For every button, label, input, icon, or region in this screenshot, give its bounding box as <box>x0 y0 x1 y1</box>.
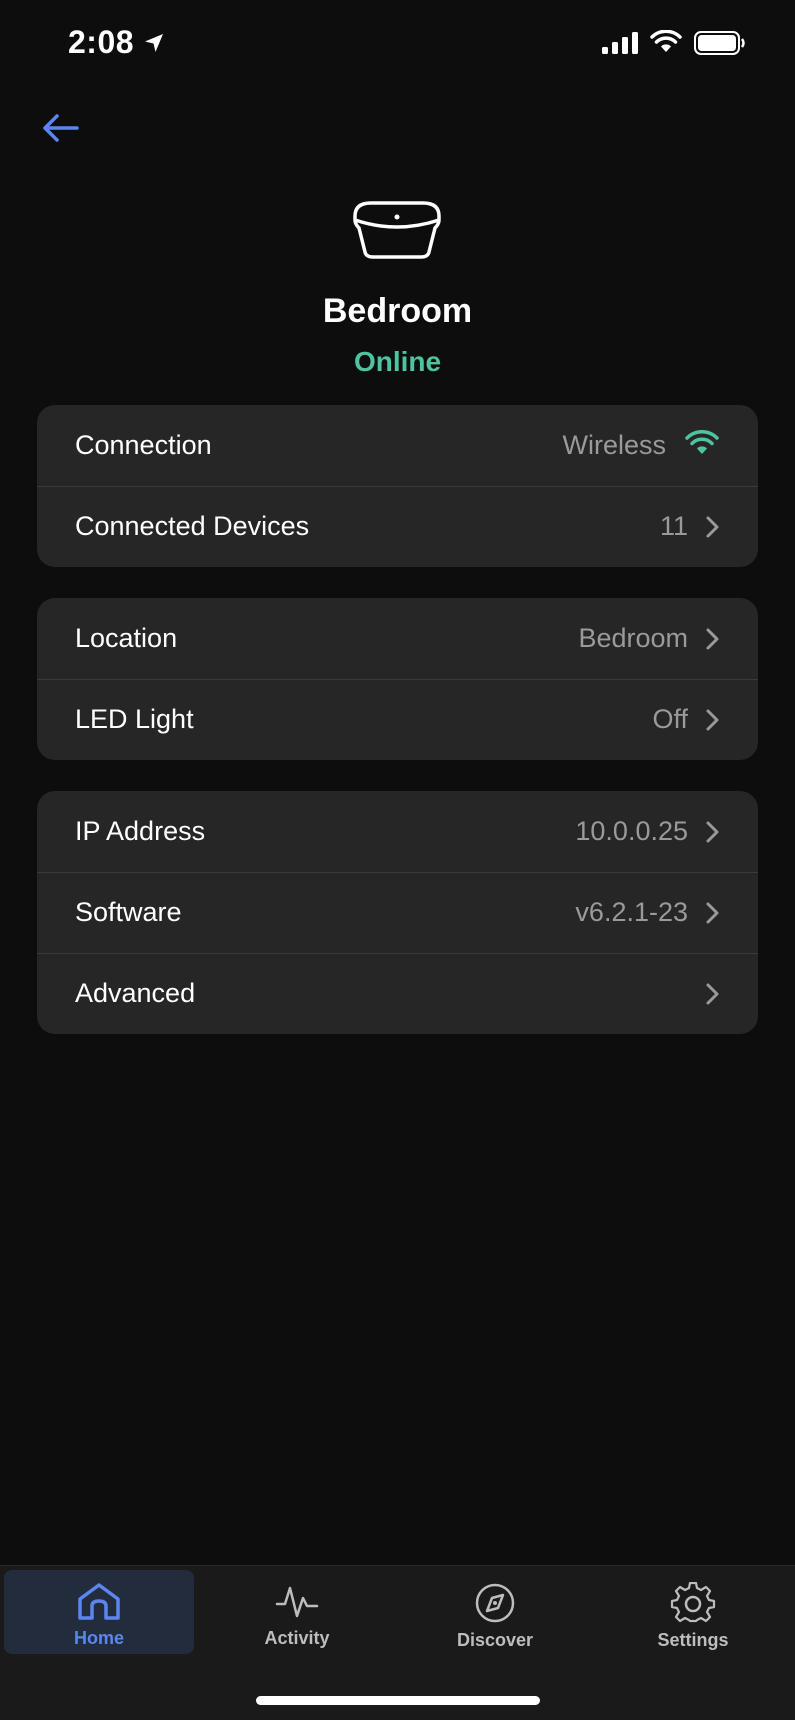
chevron-right-icon <box>704 982 720 1006</box>
tab-label: Home <box>73 1628 124 1648</box>
connection-row[interactable]: Connection Wireless <box>37 405 758 486</box>
wifi-status-icon <box>650 29 682 59</box>
back-button[interactable] <box>38 108 82 148</box>
device-status: Online <box>353 346 442 377</box>
status-bar: 2:08 <box>0 0 795 92</box>
wifi-icon <box>684 430 720 461</box>
row-label: IP Address <box>75 816 206 846</box>
arrow-left-icon <box>43 114 79 142</box>
row-value: 11 <box>659 511 688 541</box>
chevron-right-icon <box>704 515 720 539</box>
connection-card: Connection Wireless Connected Devices 11 <box>37 405 758 567</box>
tab-discover[interactable]: Discover <box>400 1570 590 1654</box>
tab-label: Discover <box>456 1630 534 1650</box>
advanced-row[interactable]: Advanced <box>37 953 758 1034</box>
home-icon <box>78 1583 120 1620</box>
chevron-right-icon <box>704 820 720 844</box>
row-value: Wireless <box>562 430 666 460</box>
location-row[interactable]: Location Bedroom <box>37 598 758 679</box>
row-label: Advanced <box>75 978 196 1008</box>
row-value: 10.0.0.25 <box>575 816 688 846</box>
row-value: Off <box>652 704 688 734</box>
tab-bar: Home Activity Discover Settings <box>0 1565 795 1720</box>
row-label: Connected Devices <box>75 511 310 541</box>
device-name: Bedroom <box>322 292 473 330</box>
info-card: IP Address 10.0.0.25 Software v6.2.1-23 … <box>37 791 758 1034</box>
status-time: 2:08 <box>68 24 135 60</box>
row-value: v6.2.1-23 <box>575 897 688 927</box>
activity-icon <box>275 1586 319 1618</box>
router-device-icon <box>351 200 443 265</box>
led-light-row[interactable]: LED Light Off <box>37 679 758 760</box>
row-label: LED Light <box>75 704 194 734</box>
chevron-right-icon <box>704 901 720 925</box>
row-value: Bedroom <box>578 623 688 653</box>
tab-label: Activity <box>264 1628 330 1648</box>
tab-activity[interactable]: Activity <box>202 1570 392 1654</box>
connected-devices-row[interactable]: Connected Devices 11 <box>37 486 758 567</box>
cellular-signal-icon <box>602 32 638 59</box>
battery-icon <box>694 31 746 60</box>
gear-icon <box>670 1582 716 1623</box>
row-label: Connection <box>75 430 212 460</box>
tab-label: Settings <box>657 1630 729 1650</box>
software-row[interactable]: Software v6.2.1-23 <box>37 872 758 953</box>
tab-home[interactable]: Home <box>4 1570 194 1654</box>
ip-address-row[interactable]: IP Address 10.0.0.25 <box>37 791 758 872</box>
compass-icon <box>475 1583 515 1623</box>
settings-card: Location Bedroom LED Light Off <box>37 598 758 760</box>
row-label: Software <box>75 897 182 927</box>
location-arrow-icon <box>143 32 165 59</box>
chevron-right-icon <box>704 627 720 651</box>
row-label: Location <box>75 623 178 653</box>
home-indicator <box>256 1696 540 1705</box>
tab-settings[interactable]: Settings <box>598 1570 788 1654</box>
chevron-right-icon <box>704 708 720 732</box>
